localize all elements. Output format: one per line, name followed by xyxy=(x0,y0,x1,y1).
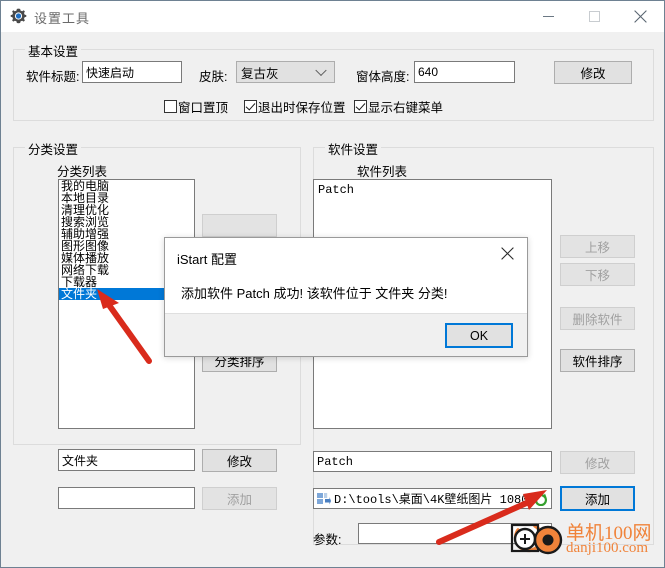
software-sort-button[interactable]: 软件排序 xyxy=(560,349,635,372)
close-button[interactable] xyxy=(617,1,663,32)
window-title: 设置工具 xyxy=(34,11,91,26)
minimize-icon xyxy=(542,16,554,17)
chevron-down-icon xyxy=(315,64,327,77)
folder-move-icon xyxy=(317,493,331,505)
checkbox-save-position-on-exit-box[interactable] xyxy=(244,100,257,113)
skin-label: 皮肤: xyxy=(199,70,228,84)
software-name-input[interactable]: Patch xyxy=(313,451,552,472)
param-label: 参数: xyxy=(313,533,342,547)
software-add-button[interactable]: 添加 xyxy=(560,486,635,511)
category-name-input[interactable]: 文件夹 xyxy=(58,449,195,471)
category-settings-title: 分类设置 xyxy=(25,139,82,158)
watermark-logo-icon xyxy=(510,523,563,555)
software-delete-button[interactable]: 删除软件 xyxy=(560,307,635,330)
category-list-item[interactable]: 本地目录 xyxy=(59,192,194,204)
checkbox-show-context-menu-label: 显示右键菜单 xyxy=(368,101,444,115)
skin-select-value: 复古灰 xyxy=(241,66,279,81)
checkbox-always-on-top[interactable]: 窗口置顶 xyxy=(164,97,228,116)
software-list-item[interactable]: Patch xyxy=(314,180,551,198)
dialog-title: iStart 配置 xyxy=(177,252,237,267)
watermark: 单机100网 danji100.com xyxy=(508,516,660,563)
checkbox-show-context-menu-box[interactable] xyxy=(354,100,367,113)
software-path-value: D:\tools\桌面\4K壁纸图片 1080P\Pat xyxy=(334,493,530,507)
window-height-input[interactable]: 640 xyxy=(414,61,515,83)
window-height-label: 窗体高度: xyxy=(356,70,410,84)
software-title-input[interactable]: 快速启动 xyxy=(82,61,182,83)
category-list-item[interactable]: 清理优化 xyxy=(59,204,194,216)
gear-icon xyxy=(10,8,27,24)
software-title-label: 软件标题: xyxy=(26,70,80,84)
watermark-line2: danji100.com xyxy=(566,540,649,556)
category-list-item[interactable]: 搜索浏览 xyxy=(59,216,194,228)
basic-settings-title: 基本设置 xyxy=(25,41,82,60)
dialog-message: 添加软件 Patch 成功! 该软件位于 文件夹 分类! xyxy=(181,286,448,301)
minimize-button[interactable] xyxy=(525,1,571,32)
skin-select[interactable]: 复古灰 xyxy=(236,61,335,83)
software-settings-title: 软件设置 xyxy=(325,139,382,158)
close-icon xyxy=(633,10,647,23)
software-list-label: 软件列表 xyxy=(357,165,408,179)
software-move-down-button[interactable]: 下移 xyxy=(560,263,635,286)
category-modify-button[interactable]: 修改 xyxy=(202,449,277,472)
software-path-input[interactable]: D:\tools\桌面\4K壁纸图片 1080P\Pat xyxy=(313,488,552,509)
maximize-icon xyxy=(588,11,600,22)
dialog-footer: OK xyxy=(165,313,527,356)
checkbox-show-context-menu[interactable]: 显示右键菜单 xyxy=(354,97,443,116)
refresh-icon[interactable] xyxy=(534,492,548,506)
category-add-button[interactable]: 添加 xyxy=(202,487,277,510)
dialog-close-button[interactable] xyxy=(487,238,527,268)
istart-config-dialog: iStart 配置 添加软件 Patch 成功! 该软件位于 文件夹 分类! O… xyxy=(164,237,528,357)
software-move-up-button[interactable]: 上移 xyxy=(560,235,635,258)
dialog-ok-button[interactable]: OK xyxy=(445,323,513,348)
category-list-label: 分类列表 xyxy=(57,165,108,179)
category-hidden-button xyxy=(202,214,277,237)
category-add-input[interactable] xyxy=(58,487,195,509)
maximize-button[interactable] xyxy=(571,1,617,32)
checkbox-always-on-top-label: 窗口置顶 xyxy=(178,101,229,115)
close-icon xyxy=(500,246,514,260)
checkbox-save-position-on-exit[interactable]: 退出时保存位置 xyxy=(244,97,346,116)
checkbox-save-position-on-exit-label: 退出时保存位置 xyxy=(258,101,346,115)
settings-tool-window: 设置工具 基本设置 软件标题: 快速启动 皮肤: 复古灰 窗体高度: 640 修… xyxy=(0,0,665,568)
title-bar: 设置工具 xyxy=(1,1,664,32)
software-modify-button[interactable]: 修改 xyxy=(560,451,635,474)
checkbox-always-on-top-box[interactable] xyxy=(164,100,177,113)
basic-modify-button[interactable]: 修改 xyxy=(554,61,632,84)
category-list-item[interactable]: 我的电脑 xyxy=(59,180,194,192)
